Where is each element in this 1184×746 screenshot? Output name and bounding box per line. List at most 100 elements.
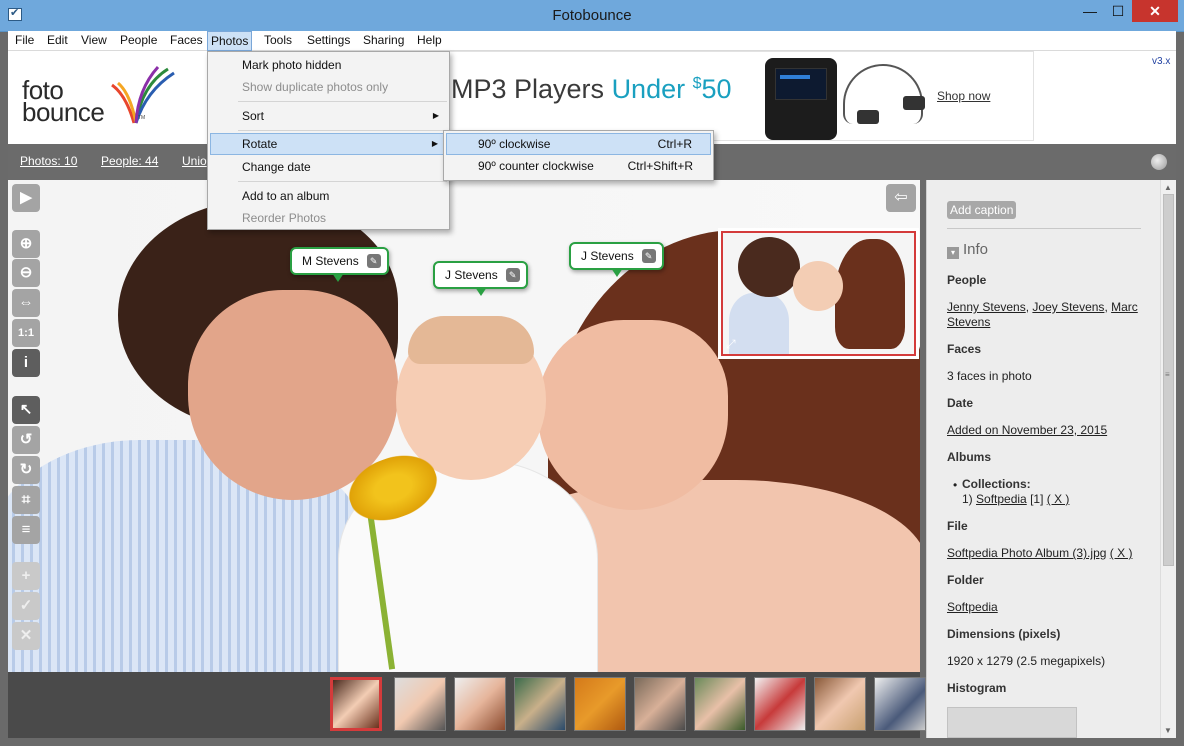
person-link[interactable]: Jenny Stevens — [947, 300, 1026, 314]
info-icon[interactable]: i — [12, 349, 40, 377]
menu-item-rotate[interactable]: Rotate ▶ — [210, 133, 447, 155]
nav-people-link[interactable]: People: 44 — [101, 154, 158, 168]
reject-icon[interactable]: ✕ — [12, 622, 40, 650]
face-tag[interactable]: M Stevens ✎ — [290, 247, 389, 282]
histogram-label: Histogram — [947, 681, 1007, 695]
accept-icon[interactable]: ✓ — [12, 592, 40, 620]
scroll-up-icon[interactable]: ▲ — [1164, 183, 1172, 192]
filmstrip-thumbnail[interactable] — [694, 677, 746, 731]
menu-shortcut: Ctrl+R — [657, 137, 692, 151]
ad-text-highlight: Under $50 — [612, 74, 732, 104]
expand-icon[interactable]: ⤢ — [726, 337, 736, 352]
folder-link[interactable]: Softpedia — [947, 600, 998, 614]
menu-shortcut: Ctrl+Shift+R — [627, 159, 693, 173]
filmstrip-thumbnail[interactable] — [394, 677, 446, 731]
date-link[interactable]: Added on November 23, 2015 — [947, 423, 1107, 437]
play-icon[interactable]: ▶ — [12, 184, 40, 212]
zoom-out-icon[interactable]: ⊖ — [12, 259, 40, 287]
collections-label: Collections: — [962, 477, 1031, 491]
collapse-icon[interactable]: ▾ — [947, 247, 959, 259]
select-icon[interactable]: ↖ — [12, 396, 40, 424]
nav-other-link[interactable]: Unio — [182, 154, 207, 168]
menu-view[interactable]: View — [78, 33, 110, 47]
menu-photos[interactable]: Photos — [207, 31, 253, 51]
bullet: • — [953, 478, 958, 492]
logo: foto bounce — [22, 77, 105, 125]
filmstrip-thumbnail[interactable] — [874, 677, 926, 731]
photo-region — [408, 316, 534, 364]
menu-item-add-to-album[interactable]: Add to an album — [210, 185, 447, 207]
menu-faces[interactable]: Faces — [167, 33, 206, 47]
menu-sharing[interactable]: Sharing — [360, 33, 407, 47]
menu-tools[interactable]: Tools — [261, 33, 295, 47]
add-icon[interactable]: + — [12, 562, 40, 590]
fit-icon[interactable]: ⇔ — [12, 289, 40, 317]
filmstrip-thumbnail[interactable] — [514, 677, 566, 731]
collection-link[interactable]: Softpedia — [976, 492, 1027, 506]
rotate-cw-icon[interactable]: ↻ — [12, 456, 40, 484]
earbud-left — [857, 110, 879, 124]
actual-size-icon[interactable]: 1:1 — [12, 319, 40, 347]
menu-item-change-date[interactable]: Change date — [210, 156, 447, 178]
close-button[interactable]: ✕ — [1132, 0, 1178, 22]
person-link[interactable]: Joey Stevens — [1032, 300, 1104, 314]
ad-price: 50 — [701, 74, 732, 104]
nav-photos-link[interactable]: Photos: 10 — [20, 154, 77, 168]
menu-item-sort[interactable]: Sort ▶ — [210, 105, 447, 127]
file-value: Softpedia Photo Album (3).jpg ( X ) — [947, 546, 1147, 561]
menu-help[interactable]: Help — [414, 33, 445, 47]
add-caption-button[interactable]: Add caption — [947, 201, 1017, 219]
filmstrip-thumbnail[interactable] — [454, 677, 506, 731]
menu-people[interactable]: People — [117, 33, 160, 47]
zoom-in-icon[interactable]: ⊕ — [12, 230, 40, 258]
edit-pencil-icon[interactable]: ✎ — [505, 268, 520, 282]
menu-item-rotate-clockwise[interactable]: 90º clockwise Ctrl+R — [446, 133, 711, 155]
filmstrip-thumbnail[interactable] — [330, 677, 382, 731]
thumb-region — [793, 261, 843, 311]
menu-settings[interactable]: Settings — [304, 33, 353, 47]
shop-now-link[interactable]: Shop now — [937, 89, 990, 103]
menu-item-label: 90º clockwise — [478, 137, 551, 151]
info-heading[interactable]: ▾ Info — [947, 241, 988, 259]
back-arrow-icon[interactable]: ⇦ — [886, 184, 916, 212]
people-value: Jenny Stevens, Joey Stevens, Marc Steven… — [947, 300, 1138, 329]
filmstrip-thumbnail[interactable] — [574, 677, 626, 731]
submenu-arrow-icon: ▶ — [432, 111, 439, 120]
photos-menu-dropdown: Mark photo hidden Show duplicate photos … — [207, 51, 450, 230]
edit-pencil-icon[interactable]: ✎ — [366, 254, 381, 268]
ad-currency: $ — [692, 75, 702, 92]
thumb-region — [729, 293, 789, 354]
filmstrip-thumbnail[interactable] — [814, 677, 866, 731]
menu-bar: File Edit View People Faces Photos Tools… — [8, 31, 1176, 51]
file-link[interactable]: Softpedia Photo Album (3).jpg — [947, 546, 1106, 560]
scroll-down-icon[interactable]: ▼ — [1164, 726, 1172, 735]
crop-icon[interactable]: ⌗ — [12, 486, 40, 514]
dimensions-value: 1920 x 1279 (2.5 megapixels) — [947, 654, 1106, 668]
ad-under: Under — [611, 74, 693, 104]
face-tag[interactable]: J Stevens ✎ — [433, 261, 528, 296]
face-tag-name: J Stevens — [445, 268, 498, 282]
menu-item-mark-hidden[interactable]: Mark photo hidden — [210, 54, 447, 76]
advertisement[interactable]: MP3 Players Under $50 Shop now — [446, 51, 1034, 141]
filmstrip-thumbnail[interactable] — [754, 677, 806, 731]
window-title: Fotobounce — [552, 7, 632, 24]
maximize-button[interactable]: ☐ — [1104, 0, 1132, 22]
minimize-button[interactable]: — — [1076, 0, 1104, 22]
version-label: v3.x — [1152, 56, 1171, 67]
divider — [947, 228, 1141, 229]
rotate-ccw-icon[interactable]: ↺ — [12, 426, 40, 454]
status-orb-icon[interactable] — [1151, 154, 1167, 170]
filmstrip-thumbnail[interactable] — [634, 677, 686, 731]
panel-scrollbar[interactable]: ▲ ≡ ▼ — [1160, 180, 1176, 738]
remove-from-collection-link[interactable]: ( X ) — [1047, 492, 1070, 506]
face-tag[interactable]: J Stevens ✎ — [569, 242, 664, 277]
menu-file[interactable]: File — [12, 33, 37, 47]
navigator-thumbnail[interactable]: ⤢ — [721, 231, 916, 356]
title-bar: Fotobounce — ☐ ✕ — [0, 0, 1184, 32]
scroll-thumb[interactable] — [1163, 194, 1174, 566]
menu-item-rotate-counter-clockwise[interactable]: 90º counter clockwise Ctrl+Shift+R — [446, 155, 711, 177]
menu-edit[interactable]: Edit — [44, 33, 71, 47]
remove-file-link[interactable]: ( X ) — [1110, 546, 1133, 560]
edit-pencil-icon[interactable]: ✎ — [641, 249, 656, 263]
adjust-icon[interactable]: ≡ — [12, 516, 40, 544]
